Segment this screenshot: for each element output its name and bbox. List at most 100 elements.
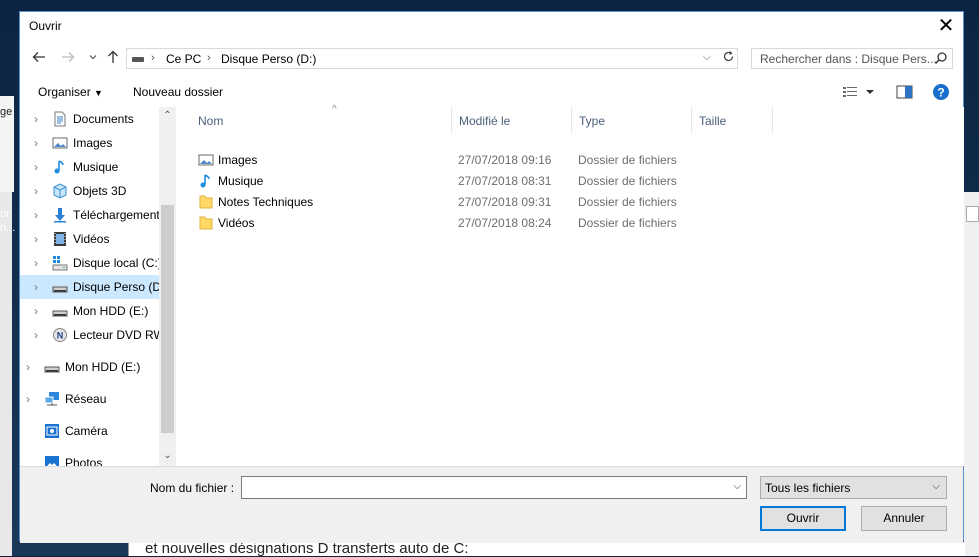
nav-item-network[interactable]: › Réseau <box>20 387 159 411</box>
search-icon[interactable] <box>934 51 948 65</box>
forward-button[interactable] <box>59 50 77 68</box>
nav-item-documents[interactable]: › Documents <box>20 107 159 131</box>
organize-button[interactable]: Organiser ▼ <box>38 85 103 99</box>
file-type: Dossier de fichiers <box>578 174 677 188</box>
nav-item-label: Mon HDD (E:) <box>73 304 149 318</box>
open-button[interactable]: Ouvrir <box>760 506 846 531</box>
nav-item-dvd-drive[interactable]: › N Lecteur DVD RW <box>20 323 165 347</box>
nav-item-label: Disque local (C:) <box>73 256 162 270</box>
nav-item-mon-hdd-e[interactable]: › Mon HDD (E:) <box>20 299 159 323</box>
title-bar: Ouvrir ✕ <box>20 12 963 42</box>
nav-item-mon-hdd-e-root[interactable]: › Mon HDD (E:) <box>20 355 159 379</box>
expand-chevron-icon[interactable]: › <box>34 160 38 174</box>
back-button[interactable] <box>30 50 48 68</box>
nav-item-3d-objects[interactable]: › Objets 3D <box>20 179 159 203</box>
nav-item-music[interactable]: › Musique <box>20 155 159 179</box>
expand-chevron-icon[interactable]: › <box>26 392 30 406</box>
expand-chevron-icon[interactable]: › <box>34 232 38 246</box>
scroll-up-icon[interactable]: ⌃ <box>159 110 176 121</box>
expand-chevron-icon[interactable]: › <box>34 208 38 222</box>
column-header-size[interactable]: Taille <box>692 107 773 133</box>
column-header-name[interactable]: ^ Nom <box>191 104 452 133</box>
photos-icon <box>45 456 59 466</box>
file-row[interactable]: Images 27/07/2018 09:16 Dossier de fichi… <box>196 150 756 171</box>
preview-pane-icon <box>896 85 913 99</box>
recent-locations-button[interactable] <box>84 50 102 68</box>
nav-item-downloads[interactable]: › Téléchargement <box>20 203 160 227</box>
drive-icon <box>132 57 144 62</box>
nav-item-label: Téléchargement <box>73 208 160 222</box>
file-row[interactable]: Vidéos 27/07/2018 08:24 Dossier de fichi… <box>196 213 756 234</box>
refresh-button[interactable] <box>720 50 737 67</box>
file-row[interactable]: Musique 27/07/2018 08:31 Dossier de fich… <box>196 171 756 192</box>
expand-chevron-icon[interactable]: › <box>34 328 38 342</box>
file-type-filter-select[interactable]: Tous les fichiers ⌵ <box>760 476 947 499</box>
nav-item-disque-perso-d[interactable]: › Disque Perso (D: <box>20 275 164 299</box>
nav-item-label: Documents <box>73 112 134 126</box>
change-view-button[interactable] <box>842 84 876 103</box>
column-header-modified[interactable]: Modifié le <box>452 107 572 133</box>
expand-chevron-icon[interactable]: › <box>34 112 38 126</box>
address-bar[interactable]: › Ce PC › Disque Perso (D:) ⌵ <box>126 48 738 69</box>
new-folder-button[interactable]: Nouveau dossier <box>133 85 223 99</box>
scroll-down-icon[interactable]: ⌄ <box>159 450 176 461</box>
expand-chevron-icon[interactable]: › <box>34 256 38 270</box>
column-header-label: Modifié le <box>459 114 511 128</box>
file-row[interactable]: Notes Techniques 27/07/2018 09:31 Dossie… <box>196 192 756 213</box>
help-icon: ? <box>933 84 949 100</box>
file-modified: 27/07/2018 09:31 <box>458 195 552 209</box>
breadcrumb-current-drive[interactable]: Disque Perso (D:) <box>221 52 316 66</box>
window-title: Ouvrir <box>29 19 62 33</box>
nav-item-label: Mon HDD (E:) <box>65 360 141 374</box>
column-header-type[interactable]: Type <box>572 107 692 133</box>
filename-label: Nom du fichier : <box>150 481 235 495</box>
nav-item-label: Lecteur DVD RW <box>73 328 165 342</box>
music-icon <box>54 160 64 174</box>
sort-ascending-icon: ^ <box>332 104 337 115</box>
nav-item-images[interactable]: › Images <box>20 131 159 155</box>
nav-item-local-disk-c[interactable]: › Disque local (C:) <box>20 251 162 275</box>
help-button[interactable]: ? <box>932 83 950 104</box>
expand-chevron-icon[interactable]: › <box>34 280 38 294</box>
svg-text:?: ? <box>937 86 944 100</box>
nav-item-label: Réseau <box>65 392 107 406</box>
filename-input[interactable]: ⌵ <box>241 476 747 499</box>
nav-item-label: Caméra <box>65 424 108 438</box>
background-checkbox <box>966 206 979 222</box>
address-dropdown-icon[interactable]: ⌵ <box>703 52 711 63</box>
expand-chevron-icon[interactable]: › <box>34 184 38 198</box>
nav-item-photos[interactable]: Photos <box>20 451 159 466</box>
search-input[interactable]: Rechercher dans : Disque Pers... <box>751 48 953 69</box>
chevron-down-icon[interactable]: ⌵ <box>733 481 741 492</box>
chevron-down-icon <box>89 55 97 60</box>
drive-icon <box>52 310 68 317</box>
breadcrumb-this-pc[interactable]: Ce PC <box>166 52 201 66</box>
breadcrumb-separator-icon[interactable]: › <box>207 52 211 64</box>
scrollbar-thumb[interactable] <box>161 205 174 433</box>
videos-icon <box>54 232 66 246</box>
close-button[interactable]: ✕ <box>935 15 957 37</box>
preview-pane-button[interactable] <box>896 84 914 103</box>
chevron-down-icon: ⌵ <box>932 481 940 492</box>
expand-chevron-icon[interactable]: › <box>34 304 38 318</box>
command-bar: Organiser ▼ Nouveau dossier ? <box>20 78 963 108</box>
breadcrumb-separator-icon[interactable]: › <box>151 52 155 64</box>
pictures-folder-icon <box>198 154 214 166</box>
nav-item-label: Musique <box>73 160 119 174</box>
downloads-icon <box>54 208 66 223</box>
folder-icon <box>199 216 213 230</box>
file-name: Musique <box>218 174 264 188</box>
expand-chevron-icon[interactable]: › <box>26 360 30 374</box>
column-header-label: Type <box>579 114 606 128</box>
expand-chevron-icon[interactable]: › <box>34 136 38 150</box>
background-window-left-lower <box>0 192 12 556</box>
chevron-down-icon: ▼ <box>94 88 103 98</box>
cancel-button[interactable]: Annuler <box>861 506 947 531</box>
up-button[interactable] <box>104 50 122 68</box>
navigation-scrollbar[interactable]: ⌃ ⌄ <box>159 107 176 466</box>
nav-item-videos[interactable]: › Vidéos <box>20 227 159 251</box>
network-icon <box>44 392 59 406</box>
camera-icon <box>45 424 59 438</box>
nav-item-camera[interactable]: Caméra <box>20 419 159 443</box>
svg-text:N: N <box>57 331 64 341</box>
